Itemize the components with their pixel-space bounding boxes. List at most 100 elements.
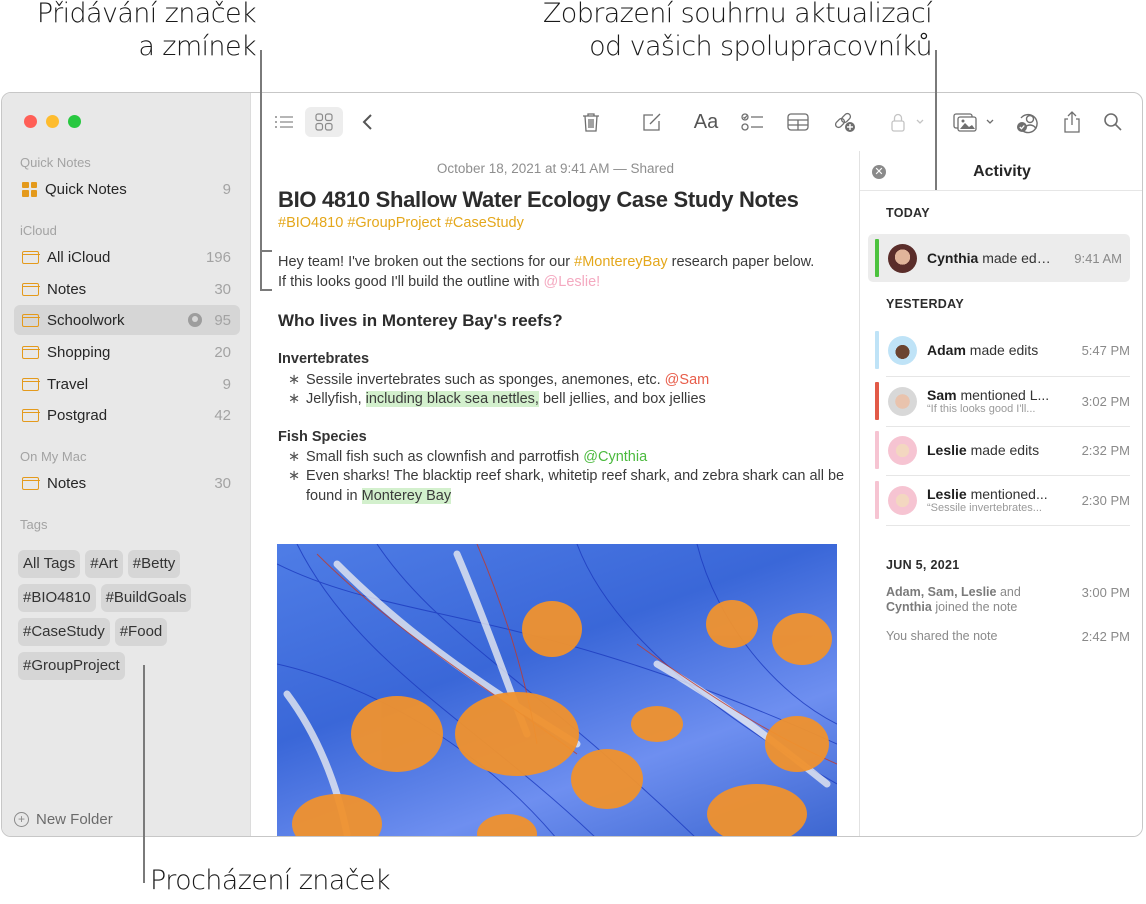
- text: Small fish such as clownfish and parrotf…: [306, 449, 584, 465]
- activity-header: ✕ Activity: [860, 151, 1142, 191]
- new-folder-button[interactable]: + New Folder: [14, 811, 113, 828]
- sidebar-item-shopping[interactable]: Shopping 20: [14, 337, 240, 367]
- user-name: Sam: [927, 387, 957, 403]
- collaboration-button[interactable]: [1015, 107, 1043, 137]
- inline-tag[interactable]: #MontereyBay: [574, 254, 668, 270]
- collaboration-icon: [1017, 113, 1038, 134]
- activity-time: 5:47 PM: [1081, 342, 1130, 358]
- lock-button[interactable]: [890, 107, 926, 137]
- avatar-leslie: [888, 485, 917, 515]
- sidebar-item-label: Notes: [47, 280, 87, 298]
- user-color-bar: [875, 481, 879, 519]
- history-item: Adam, Sam, Leslie and Cynthia joined the…: [886, 585, 1130, 615]
- sidebar-item-count: 42: [214, 406, 231, 424]
- plus-circle-icon: +: [14, 812, 29, 827]
- folder-icon: [21, 377, 40, 391]
- activity-text: Cynthia made ed…: [927, 250, 1067, 266]
- sidebar-item-travel[interactable]: Travel 9: [14, 369, 240, 399]
- media-button[interactable]: [953, 107, 999, 137]
- photo-icon: [953, 113, 994, 132]
- subheading-invertebrates: Invertebrates: [278, 351, 370, 367]
- activity-line: Adam made edits: [927, 342, 1067, 358]
- tag-chip[interactable]: #BuildGoals: [100, 584, 192, 612]
- sidebar-item-label: Schoolwork: [47, 311, 125, 329]
- search-button[interactable]: [1102, 107, 1124, 137]
- sidebar-item-all-icloud[interactable]: All iCloud 196: [14, 242, 240, 272]
- user-name: Cynthia: [927, 250, 979, 266]
- section-on-my-mac: On My Mac: [20, 449, 87, 464]
- sidebar-item-notes[interactable]: Notes 30: [14, 274, 240, 304]
- tag-chip[interactable]: #Betty: [127, 550, 181, 578]
- tag-chip[interactable]: #BIO4810: [18, 584, 96, 612]
- tag-chip[interactable]: #GroupProject: [18, 652, 125, 680]
- sidebar-item-count: 30: [214, 280, 231, 298]
- minimize-window-button[interactable]: [46, 115, 59, 128]
- list-item: Small fish such as clownfish and parrotf…: [288, 448, 848, 468]
- section-tags: Tags: [20, 517, 48, 532]
- activity-item[interactable]: Leslie mentioned... “Sessile invertebrat…: [868, 476, 1130, 524]
- leader-line: [260, 250, 272, 252]
- tag-chip[interactable]: #Food: [114, 618, 168, 646]
- group-today: TODAY: [886, 206, 930, 220]
- intro-paragraph: Hey team! I've broken out the sections f…: [278, 253, 818, 292]
- highlighted-text: including black sea nettles,: [365, 391, 539, 407]
- avatar-sam: [888, 386, 917, 416]
- text: Jellyfish,: [306, 391, 366, 407]
- list-item: Sessile invertebrates such as sponges, a…: [288, 371, 848, 391]
- sidebar-item-label: Notes: [47, 474, 87, 492]
- jellyfish-illustration: [277, 544, 837, 836]
- sidebar-item-count: 196: [205, 248, 231, 266]
- list-item: Even sharks! The blacktip reef shark, wh…: [288, 467, 848, 506]
- tag-chip[interactable]: #CaseStudy: [18, 618, 110, 646]
- user-name: Cynthia: [886, 600, 932, 614]
- activity-panel: ✕ Activity TODAY Cynthia made ed… 9:41 A…: [859, 151, 1142, 836]
- history-item: You shared the note 2:42 PM: [886, 629, 1130, 644]
- mention-leslie[interactable]: @Leslie!: [544, 274, 601, 290]
- section-quick-notes: Quick Notes: [20, 155, 91, 170]
- activity-item[interactable]: Sam mentioned L... “If this looks good I…: [868, 377, 1130, 425]
- note-tags[interactable]: #BIO4810 #GroupProject #CaseStudy: [278, 215, 524, 231]
- leader-line: [260, 289, 272, 291]
- text: joined the note: [931, 600, 1018, 614]
- user-name: Leslie: [927, 486, 967, 502]
- activity-action: made ed…: [982, 250, 1051, 266]
- activity-item[interactable]: Leslie made edits 2:32 PM: [868, 426, 1130, 474]
- mention-sam[interactable]: @Sam: [665, 372, 710, 388]
- sidebar-item-label: Travel: [47, 375, 89, 393]
- user-color-bar: [875, 431, 879, 469]
- sidebar-item-mac-notes[interactable]: Notes 30: [14, 468, 240, 498]
- activity-text: Leslie made edits: [927, 442, 1067, 458]
- sidebar-item-schoolwork[interactable]: Schoolwork 95: [14, 305, 240, 335]
- callout-line: Přidávání značek: [36, 0, 257, 29]
- folder-icon: [21, 282, 40, 296]
- text: bell jellies, and box jellies: [538, 391, 706, 407]
- activity-line: Cynthia made ed…: [927, 250, 1067, 266]
- text: Hey team! I've broken out the sections f…: [278, 254, 575, 270]
- section-icloud: iCloud: [20, 223, 57, 238]
- jellyfish-photo[interactable]: [277, 544, 837, 836]
- group-jun-5-2021: JUN 5, 2021: [886, 558, 960, 572]
- close-window-button[interactable]: [24, 115, 37, 128]
- activity-time: 9:41 AM: [1074, 250, 1122, 266]
- activity-item[interactable]: Adam made edits 5:47 PM: [868, 326, 1130, 374]
- callout-tags-mentions: Přidávání značek a zmínek: [36, 0, 257, 63]
- activity-action: mentioned L...: [960, 387, 1050, 403]
- zoom-window-button[interactable]: [68, 115, 81, 128]
- sidebar-item-count: 9: [222, 180, 231, 198]
- sidebar-item-quick-notes[interactable]: Quick Notes 9: [14, 174, 240, 204]
- sidebar-item-postgrad[interactable]: Postgrad 42: [14, 400, 240, 430]
- note-editor[interactable]: October 18, 2021 at 9:41 AM — Shared BIO…: [252, 93, 859, 836]
- tag-chip[interactable]: #Art: [85, 550, 123, 578]
- sidebar-item-count: 95: [214, 311, 231, 329]
- new-folder-label: New Folder: [36, 811, 113, 828]
- mention-cynthia[interactable]: @Cynthia: [583, 449, 647, 465]
- folder-icon: [21, 476, 40, 490]
- share-icon: [1064, 111, 1080, 133]
- shared-person-icon: [188, 313, 202, 327]
- share-button[interactable]: [1061, 107, 1083, 137]
- activity-item[interactable]: Cynthia made ed… 9:41 AM: [868, 234, 1130, 282]
- tag-chip[interactable]: All Tags: [18, 550, 81, 578]
- activity-text: Leslie mentioned... “Sessile invertebrat…: [927, 486, 1067, 514]
- user-name: Adam: [927, 342, 966, 358]
- callout-browse-tags: Procházení značek: [150, 865, 391, 896]
